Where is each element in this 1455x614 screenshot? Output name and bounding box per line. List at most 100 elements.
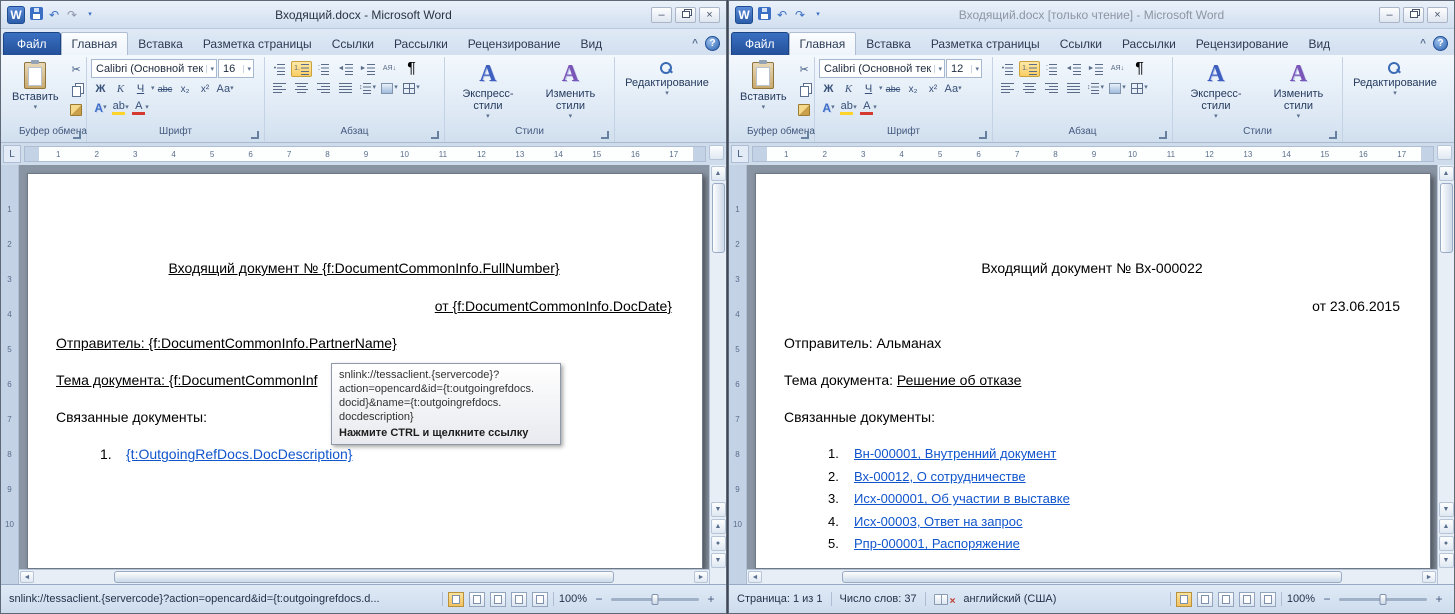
undo-button[interactable]: ↶ <box>47 8 61 22</box>
tab-references[interactable]: Ссылки <box>322 33 384 55</box>
clipboard-dialog-launcher[interactable] <box>73 131 81 139</box>
text-highlight-button[interactable]: ab▾ <box>839 100 858 116</box>
doc-link[interactable]: {t:OutgoingRefDocs.DocDescription} <box>126 446 352 462</box>
restore-button[interactable] <box>1403 7 1424 23</box>
scroll-down-icon[interactable]: ▼ <box>711 502 726 517</box>
underline-dropdown-icon[interactable]: ▾ <box>151 86 155 92</box>
cut-button[interactable]: ✂ <box>795 62 814 78</box>
strikethrough-button[interactable]: abc <box>156 81 175 97</box>
text-highlight-button[interactable]: ab▾ <box>111 100 130 116</box>
tab-selector-button[interactable]: L <box>3 145 21 163</box>
qat-dropdown-icon[interactable]: ▾ <box>811 8 825 22</box>
tab-file[interactable]: Файл <box>3 32 61 55</box>
document-page[interactable]: Входящий документ № Вх-000022 от 23.06.2… <box>755 173 1431 569</box>
format-painter-button[interactable] <box>795 102 814 118</box>
font-dialog-launcher[interactable] <box>979 131 987 139</box>
status-word-count[interactable]: Число слов: 37 <box>840 593 917 605</box>
browse-object-icon[interactable]: ● <box>1439 536 1454 551</box>
copy-button[interactable] <box>67 82 86 98</box>
vertical-scrollbar[interactable]: ▲ ▼ ▲ ● ▼ <box>1437 165 1454 584</box>
bullets-button[interactable]: • <box>269 61 290 77</box>
zoom-out-button[interactable]: − <box>1320 592 1334 606</box>
underline-button[interactable]: Ч <box>131 81 150 97</box>
view-fullscreen-button[interactable] <box>469 592 485 607</box>
tab-mailings[interactable]: Рассылки <box>1112 33 1186 55</box>
next-page-icon[interactable]: ▼ <box>711 553 726 568</box>
borders-button[interactable]: ▾ <box>1129 80 1150 96</box>
increase-indent-button[interactable]: ► <box>357 61 378 77</box>
ruler-toggle-button[interactable] <box>1437 145 1452 160</box>
zoom-slider-thumb[interactable] <box>652 594 659 605</box>
change-styles-button[interactable]: А Изменить стили ▾ <box>531 59 610 123</box>
underline-dropdown-icon[interactable]: ▾ <box>879 86 883 92</box>
horizontal-scrollbar[interactable]: ◄ ► <box>19 569 709 584</box>
subscript-button[interactable]: x₂ <box>904 81 923 97</box>
change-case-button[interactable]: Аа▾ <box>216 81 235 97</box>
italic-button[interactable]: К <box>111 81 130 97</box>
paste-button[interactable]: Вставить ▾ <box>7 59 64 114</box>
hscroll-track[interactable] <box>763 571 1421 584</box>
tab-home[interactable]: Главная <box>61 32 129 55</box>
numbering-button[interactable]: 1. <box>1019 61 1040 77</box>
font-color-button[interactable]: А▾ <box>859 100 878 116</box>
redo-button[interactable]: ↷ <box>793 8 807 22</box>
tab-view[interactable]: Вид <box>1298 33 1340 55</box>
zoom-slider[interactable] <box>611 598 699 601</box>
word-app-icon[interactable]: W <box>7 6 25 24</box>
paragraph-dialog-launcher[interactable] <box>431 131 439 139</box>
scroll-up-icon[interactable]: ▲ <box>711 166 726 181</box>
italic-button[interactable]: К <box>839 81 858 97</box>
view-web-layout-button[interactable] <box>490 592 506 607</box>
font-color-button[interactable]: А▾ <box>131 100 150 116</box>
view-print-layout-button[interactable] <box>448 592 464 607</box>
scroll-down-icon[interactable]: ▼ <box>1439 502 1454 517</box>
paragraph-dialog-launcher[interactable] <box>1159 131 1167 139</box>
strikethrough-button[interactable]: abc <box>884 81 903 97</box>
align-left-button[interactable] <box>269 80 290 96</box>
increase-indent-button[interactable]: ► <box>1085 61 1106 77</box>
sort-button[interactable]: АЯ↓ <box>1107 61 1128 77</box>
previous-page-icon[interactable]: ▲ <box>711 519 726 534</box>
change-styles-button[interactable]: А Изменить стили ▾ <box>1259 59 1338 123</box>
proofing-status-icon[interactable] <box>934 594 948 605</box>
cut-button[interactable]: ✂ <box>67 62 86 78</box>
borders-button[interactable]: ▾ <box>401 80 422 96</box>
doc-link[interactable]: Рпр-000001, Распоряжение <box>854 536 1020 551</box>
tab-references[interactable]: Ссылки <box>1050 33 1112 55</box>
font-name-combo[interactable]: Calibri (Основной тек▾ <box>819 59 945 78</box>
doc-link[interactable]: Исх-000001, Об участии в выставке <box>854 491 1070 506</box>
previous-page-icon[interactable]: ▲ <box>1439 519 1454 534</box>
status-language[interactable]: английский (США) <box>963 593 1056 605</box>
underline-button[interactable]: Ч <box>859 81 878 97</box>
vscroll-thumb[interactable] <box>1440 183 1453 253</box>
vertical-ruler[interactable]: 12345678910 <box>1 165 19 584</box>
tab-file[interactable]: Файл <box>731 32 789 55</box>
superscript-button[interactable]: x² <box>196 81 215 97</box>
font-size-combo[interactable]: 16▾ <box>218 59 254 78</box>
tab-insert[interactable]: Вставка <box>856 33 921 55</box>
multilevel-list-button[interactable]: ⁚ <box>313 61 334 77</box>
editing-button[interactable]: Редактирование ▾ <box>1348 59 1442 100</box>
numbering-button[interactable]: 1. <box>291 61 312 77</box>
minimize-button[interactable]: – <box>651 7 672 23</box>
shading-button[interactable]: ▾ <box>1107 80 1128 96</box>
zoom-slider[interactable] <box>1339 598 1427 601</box>
tab-view[interactable]: Вид <box>570 33 612 55</box>
view-outline-button[interactable] <box>1239 592 1255 607</box>
align-right-button[interactable] <box>313 80 334 96</box>
align-center-button[interactable] <box>291 80 312 96</box>
next-page-icon[interactable]: ▼ <box>1439 553 1454 568</box>
vertical-scrollbar[interactable]: ▲ ▼ ▲ ● ▼ <box>709 165 726 584</box>
view-draft-button[interactable] <box>1260 592 1276 607</box>
scroll-left-icon[interactable]: ◄ <box>748 571 762 583</box>
title-bar[interactable]: W ↶ ↷ ▾ Входящий.docx [только чтение] - … <box>729 1 1454 29</box>
minimize-button[interactable]: – <box>1379 7 1400 23</box>
text-effects-button[interactable]: А▾ <box>91 100 110 116</box>
superscript-button[interactable]: x² <box>924 81 943 97</box>
bold-button[interactable]: Ж <box>91 81 110 97</box>
undo-button[interactable]: ↶ <box>775 8 789 22</box>
align-center-button[interactable] <box>1019 80 1040 96</box>
multilevel-list-button[interactable]: ⁚ <box>1041 61 1062 77</box>
justify-button[interactable] <box>335 80 356 96</box>
shading-button[interactable]: ▾ <box>379 80 400 96</box>
